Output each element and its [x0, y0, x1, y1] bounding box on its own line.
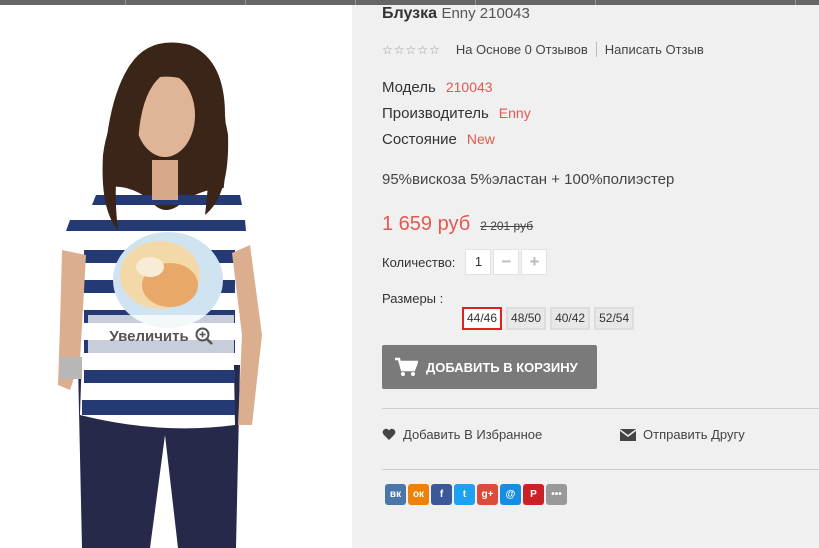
- spec-label: Производитель: [382, 105, 489, 122]
- mail-ru-icon: @: [505, 489, 516, 500]
- star-icon: ☆: [382, 42, 393, 57]
- product-title: Блузка Enny 210043: [382, 5, 530, 23]
- add-to-cart-button[interactable]: ДОБАВИТЬ В КОРЗИНУ: [382, 345, 597, 389]
- star-icon: ☆: [417, 42, 429, 57]
- spec-model: Модель 210043: [382, 79, 493, 96]
- rating-divider: [595, 42, 597, 57]
- product-name: Блузка: [382, 5, 437, 22]
- write-review-link[interactable]: Написать Отзыв: [605, 42, 704, 57]
- pinterest-icon: P: [530, 489, 537, 500]
- product-composition: 95%вискоза 5%эластан + 100%полиэстер: [382, 171, 675, 188]
- facebook-icon: f: [439, 489, 444, 500]
- quantity-decrease-button[interactable]: −: [493, 249, 520, 275]
- pinterest-share-button[interactable]: P: [523, 484, 544, 505]
- size-option[interactable]: 44/46: [462, 307, 503, 330]
- product-image-pane: Увеличить: [0, 5, 352, 548]
- star-icon: ☆: [429, 42, 440, 57]
- product-subtitle: Enny 210043: [441, 5, 530, 22]
- price-row: 1 659 руб 2 201 руб: [382, 213, 533, 236]
- old-price: 2 201 руб: [480, 219, 534, 233]
- size-option[interactable]: 52/54: [594, 307, 635, 330]
- add-to-wishlist-link[interactable]: Добавить В Избранное: [382, 427, 542, 442]
- spec-value: New: [466, 131, 495, 147]
- divider: [382, 469, 819, 470]
- quantity-row: Количество: 1 − +: [382, 249, 548, 275]
- odnoklassniki-icon: ок: [412, 489, 425, 500]
- spec-label: Состояние: [382, 131, 457, 148]
- spec-value: 210043: [445, 79, 493, 95]
- size-option[interactable]: 48/50: [506, 307, 547, 330]
- rating-row: ☆ ☆ ☆ ☆ ☆ На Основе 0 Отзывов Написать О…: [382, 42, 704, 57]
- zoom-button[interactable]: Увеличить: [88, 315, 234, 357]
- divider: [382, 408, 819, 409]
- reviews-link[interactable]: На Основе 0 Отзывов: [456, 42, 588, 57]
- add-to-cart-label: ДОБАВИТЬ В КОРЗИНУ: [426, 359, 578, 375]
- google-plus-share-button[interactable]: g+: [477, 484, 498, 505]
- zoom-in-icon: [195, 327, 213, 345]
- spec-label: Модель: [382, 79, 436, 96]
- more-icon: •••: [551, 489, 562, 500]
- odnoklassniki-share-button[interactable]: ок: [408, 484, 429, 505]
- size-option[interactable]: 40/42: [550, 307, 591, 330]
- quantity-increase-button[interactable]: +: [521, 249, 548, 275]
- vkontakte-share-button[interactable]: вк: [385, 484, 406, 505]
- add-to-wishlist-label: Добавить В Избранное: [403, 427, 543, 442]
- mail-ru-share-button[interactable]: @: [500, 484, 521, 505]
- sizes-label: Размеры :: [382, 291, 444, 306]
- product-photo[interactable]: [0, 5, 352, 548]
- star-icon: ☆: [393, 42, 405, 57]
- product-info-pane: Блузка Enny 210043 ☆ ☆ ☆ ☆ ☆ На Основе 0…: [352, 5, 819, 548]
- twitter-share-button[interactable]: t: [454, 484, 475, 505]
- heart-icon: [382, 428, 396, 440]
- spec-manufacturer: Производитель Enny: [382, 105, 531, 122]
- send-to-friend-label: Отправить Другу: [643, 427, 745, 442]
- vkontakte-icon: вк: [389, 489, 402, 500]
- twitter-icon: t: [462, 489, 467, 500]
- more-share-button[interactable]: •••: [546, 484, 567, 505]
- send-to-friend-link[interactable]: Отправить Другу: [620, 427, 745, 442]
- size-options: 44/46 48/50 40/42 52/54: [462, 307, 635, 330]
- plus-icon: +: [529, 252, 540, 271]
- google-plus-icon: g+: [481, 489, 494, 500]
- share-buttons: вк ок f t g+ @ P •••: [385, 484, 567, 505]
- cart-icon: [395, 357, 418, 376]
- rating-stars: ☆ ☆ ☆ ☆ ☆: [382, 43, 440, 57]
- manufacturer-link[interactable]: Enny: [499, 105, 531, 121]
- zoom-label: Увеличить: [109, 327, 189, 345]
- minus-icon: −: [501, 252, 512, 271]
- facebook-share-button[interactable]: f: [431, 484, 452, 505]
- quantity-label: Количество:: [382, 254, 456, 270]
- envelope-icon: [620, 428, 636, 441]
- current-price: 1 659 руб: [382, 213, 471, 235]
- spec-condition: Состояние New: [382, 131, 495, 148]
- quantity-input[interactable]: 1: [465, 249, 492, 275]
- star-icon: ☆: [405, 42, 417, 57]
